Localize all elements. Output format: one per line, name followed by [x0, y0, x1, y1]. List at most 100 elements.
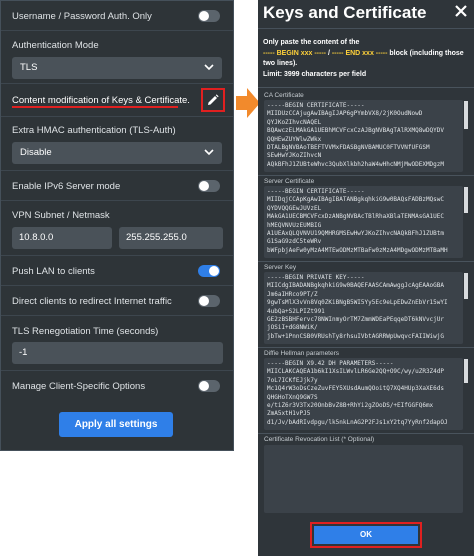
keys-cert-label: Content modification of Keys & Certifica… [12, 95, 190, 106]
textarea-line: hMEQVNVUzEUMBIG [267, 221, 322, 229]
username-password-row: Username / Password Auth. Only [1, 1, 233, 31]
textarea-line: jbTw+1PnnCSB0VRUshTy8rhsuIVbtAGRRWpUwqvc… [267, 332, 445, 340]
textarea-line: 4ubQa+S2LPIZt991 [267, 307, 325, 315]
textarea-line: Jm6aIHRco9PT/Z [267, 290, 318, 298]
ipv6-label: Enable IPv6 Server mode [12, 181, 121, 192]
textarea-line: ZmA5xtH1vPJ5 [267, 410, 311, 418]
ca-certificate-textarea[interactable]: -----BEGIN CERTIFICATE----- MIIDUzCCAjugA… [264, 100, 463, 172]
textarea-line: MAkGA1UECBMCVFcxDzANBgNVBAcTBlRhaXBlaTEN… [267, 213, 445, 221]
server-key-textarea[interactable]: -----BEGIN PRIVATE KEY----- MIICdgIBADANB… [264, 272, 463, 344]
textarea-line: -----BEGIN CERTIFICATE----- [267, 102, 365, 109]
textarea-line: QYJKoZIhvcNAQEL [267, 118, 322, 126]
textarea-line: d1/Jv/bAdRIvdpgu/lk5nkLnAG2P2FJs1xY2tq7Y… [267, 418, 448, 426]
textarea-line: e/tiZ6r3V3Tx20OnbBvZ8B+RhYi2gZOoDS/+EIfG… [267, 402, 434, 410]
renegotiation-input[interactable]: -1 [12, 342, 223, 364]
crl-label: Certificate Revocation List (* Optional) [264, 436, 375, 443]
hmac-select[interactable]: Disable [12, 142, 222, 164]
textarea-line: bWFpbjAeFw0yMzA4MTEwODMzMTBaFw0zMzA4MDgw… [267, 246, 448, 254]
hmac-label: Extra HMAC authentication (TLS-Auth) [12, 125, 176, 136]
server-certificate-textarea[interactable]: -----BEGIN CERTIFICATE----- MIIDqjCCApKgA… [264, 186, 463, 258]
ca-certificate-label: CA Certificate [264, 92, 304, 99]
title-divider [258, 28, 474, 29]
textarea-line: Mc1Q4rW3oDsCzeZuvFEY5XUsdAumQOoitQ7XQ4HU… [267, 385, 445, 393]
textarea-line: jOSiI+dG8NWiK/ [267, 324, 318, 332]
textarea-line: MIICdgIBADANBgkqhkiG9w0BAQEFAASCAmAwggJc… [267, 282, 445, 290]
keys-cert-underline [12, 106, 178, 108]
vpn-settings-panel: Username / Password Auth. Only Authentic… [0, 0, 234, 451]
textarea-line: QYDVQQGEwJUVzEL [267, 204, 322, 212]
subnet-input[interactable]: 10.8.0.0 [12, 227, 112, 249]
keys-cert-row: Content modification of Keys & Certifica… [1, 84, 233, 117]
textarea-line: -----BEGIN X9.42 DH PARAMETERS----- [267, 360, 394, 367]
textarea-line: QHGHoTXnQ9GW7S [267, 393, 318, 401]
server-key-scrollbar[interactable] [464, 273, 468, 299]
textarea-line: MIICLAKCAQEA1b6kI1XsILWvlLR6Ge2QQ+O9C/wy… [267, 368, 445, 376]
textarea-line: G1SaG9zdC5teWRv [267, 238, 322, 246]
subnet-row: VPN Subnet / Netmask 10.8.0.0 255.255.25… [1, 201, 233, 256]
textarea-line: AQkBFhJ1ZUBteWhvc3QubXlkbh2haW4wHhcNMjMw… [267, 160, 445, 168]
textarea-line: QQHEwZUYWlwZWkx [267, 135, 322, 143]
hmac-value: Disable [20, 147, 52, 158]
netmask-input[interactable]: 255.255.255.0 [119, 227, 223, 249]
renegotiation-label: TLS Renegotiation Time (seconds) [12, 326, 159, 337]
dialog-instructions: Only paste the content of the ----- BEGI… [263, 38, 469, 80]
ok-button[interactable]: OK [314, 526, 418, 544]
client-specific-toggle[interactable] [198, 380, 220, 392]
apply-all-settings-button[interactable]: Apply all settings [59, 412, 173, 437]
section-divider [258, 261, 474, 262]
section-divider [258, 433, 474, 434]
dh-parameters-textarea[interactable]: -----BEGIN X9.42 DH PARAMETERS----- MIICL… [264, 358, 463, 430]
push-lan-toggle[interactable] [198, 265, 220, 277]
keys-certificate-dialog: Keys and Certificate Only paste the cont… [258, 0, 474, 556]
redirect-toggle[interactable] [198, 295, 220, 307]
section-divider [258, 87, 474, 88]
info-line-1: Only paste the content of the [263, 39, 360, 46]
username-password-toggle[interactable] [198, 10, 220, 22]
textarea-line: GE2zBSBHFervc78NWInmyOrTM7ZmmWDEaPEqqeDT… [267, 316, 445, 324]
ipv6-toggle[interactable] [198, 180, 220, 192]
textarea-line: 7oL7ICKfEJjk7y [267, 376, 318, 384]
redirect-label: Direct clients to redirect Internet traf… [12, 296, 172, 307]
textarea-line: BQAwczELMAkGA1UEBhMCVFcxCzAJBgNVBAgTAlRX… [267, 127, 445, 135]
hmac-row: Extra HMAC authentication (TLS-Auth) Dis… [1, 117, 233, 171]
server-certificate-scrollbar[interactable] [464, 187, 468, 213]
ok-button-highlight: OK [310, 522, 422, 548]
textarea-line: MIIDUzCCAjugAwIBAgIJAP6gPYmbVX8/2jK0OudN… [267, 110, 423, 118]
pencil-icon [208, 94, 219, 105]
textarea-line: -----BEGIN PRIVATE KEY----- [267, 274, 365, 281]
textarea-line: A1UEAxQLQVNVU19QMHRGMSEwHwYJKoZIhvcNAQkB… [267, 230, 445, 238]
info-line-3: Limit: 3999 characters per field [263, 70, 367, 78]
crl-textarea[interactable] [264, 445, 463, 513]
push-lan-row: Push LAN to clients [1, 256, 233, 286]
info-line-2: ----- BEGIN xxx ----- / ----- END xxx --… [263, 49, 464, 68]
dh-parameters-label: Diffie Hellman parameters [264, 350, 340, 357]
push-lan-label: Push LAN to clients [12, 266, 95, 277]
close-icon[interactable] [453, 3, 469, 19]
auth-mode-label: Authentication Mode [12, 40, 99, 51]
edit-button[interactable] [201, 88, 225, 112]
client-specific-row: Manage Client-Specific Options [1, 371, 233, 401]
dialog-title: Keys and Certificate [263, 3, 427, 22]
section-divider [258, 347, 474, 348]
auth-mode-row: Authentication Mode TLS [1, 31, 233, 84]
textarea-line: MIIDqjCCApKgAwIBAgIBATANBgkqhkiG9w0BAQsF… [267, 196, 445, 204]
ca-certificate-scrollbar[interactable] [464, 101, 468, 129]
server-certificate-label: Server Certificate [264, 178, 315, 185]
renegotiation-row: TLS Renegotiation Time (seconds) -1 [1, 316, 233, 371]
textarea-line: SEwHwYJKoZIhvcN [267, 152, 322, 160]
chevron-down-icon [204, 149, 214, 156]
subnet-label: VPN Subnet / Netmask [12, 210, 110, 221]
section-divider [258, 175, 474, 176]
server-key-label: Server Key [264, 264, 297, 271]
auth-mode-select[interactable]: TLS [12, 57, 222, 79]
textarea-line: 9gwTsMlX3vVn8Vq0ZKiBNgB5WI5Yy5Ec9eLpEDwZ… [267, 299, 448, 307]
redirect-row: Direct clients to redirect Internet traf… [1, 286, 233, 316]
textarea-line: DTALBgNVBAoTBEFTVVMxFDASBgNVBAMUC0FTVVNf… [267, 144, 430, 152]
username-password-label: Username / Password Auth. Only [12, 11, 152, 22]
ipv6-row: Enable IPv6 Server mode [1, 171, 233, 201]
chevron-down-icon [204, 64, 214, 71]
dh-parameters-scrollbar[interactable] [464, 359, 468, 383]
textarea-line: -----BEGIN CERTIFICATE----- [267, 188, 365, 195]
auth-mode-value: TLS [20, 62, 38, 73]
client-specific-label: Manage Client-Specific Options [12, 381, 146, 392]
